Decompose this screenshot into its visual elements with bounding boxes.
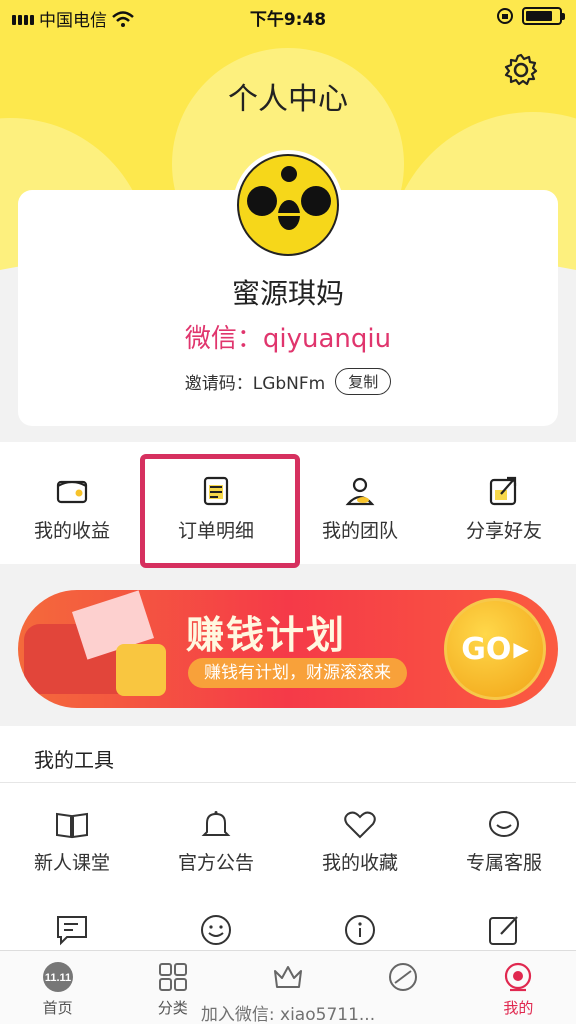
menu-item-team[interactable]: 我的团队 (288, 442, 432, 564)
tool-label: 专属客服 (465, 852, 542, 874)
banner-subtitle: 赚钱有计划，财源滚滚来 (188, 658, 407, 688)
home-1111-icon: 11.11 (42, 962, 73, 992)
menu-label: 我的收益 (33, 520, 110, 542)
tools-title: 我的工具 (34, 748, 114, 772)
share-icon (489, 476, 517, 506)
play-icon: ▶ (513, 637, 529, 661)
bell-icon (201, 811, 231, 836)
status-time: 下午9:48 (249, 10, 327, 30)
go-button[interactable]: GO ▶ (444, 598, 546, 700)
invite-code: 邀请码：LGbNFm (184, 374, 326, 394)
banner-title: 赚钱计划 (186, 613, 347, 657)
username: 蜜源琪妈 (231, 277, 344, 310)
heart-icon (344, 811, 376, 839)
watermark-text: 加入微信: xiao5711... (200, 1005, 376, 1024)
wechat-id: 微信：qiyuanqiu (184, 324, 392, 354)
profile-icon (505, 962, 532, 992)
gear-icon[interactable] (503, 52, 539, 88)
menu-item-share[interactable]: 分享好友 (432, 442, 576, 564)
coin-stack-illustration (116, 644, 166, 696)
wallet-icon (56, 480, 88, 504)
order-highlight-box (140, 454, 300, 568)
tool-favorites[interactable]: 我的收藏 (288, 810, 432, 875)
tool-smile[interactable] (144, 914, 288, 946)
menu-label: 分享好友 (465, 520, 542, 542)
circle-icon (389, 963, 418, 991)
status-bar: 中国电信 下午9:48 (0, 0, 576, 34)
go-label: GO (461, 631, 512, 667)
page-title: 个人中心 (228, 82, 348, 117)
invite-code-row: 邀请码：LGbNFm 复制 (0, 368, 576, 395)
tool-customer-service[interactable]: 专属客服 (432, 810, 576, 875)
tool-label: 我的收藏 (321, 852, 398, 874)
crown-icon (274, 966, 302, 988)
rotation-lock-icon (497, 8, 513, 24)
tool-label: 新人课堂 (33, 852, 110, 874)
tool-announcement[interactable]: 官方公告 (144, 810, 288, 875)
book-icon (56, 812, 88, 839)
edit-icon (489, 916, 518, 945)
tools-row-2 (0, 914, 576, 946)
menu-label: 我的团队 (321, 520, 398, 542)
tool-info[interactable] (288, 914, 432, 946)
chat-icon (489, 811, 519, 837)
tool-label: 官方公告 (177, 852, 254, 874)
info-icon (345, 915, 375, 945)
copy-button[interactable]: 复制 (335, 368, 392, 395)
menu-item-earnings[interactable]: 我的收益 (0, 442, 144, 564)
tools-row-1: 新人课堂 官方公告 我的收藏 专属客服 (0, 810, 576, 875)
category-grid-icon (158, 963, 187, 991)
battery-icon (522, 7, 565, 25)
earn-plan-banner[interactable]: 赚钱计划 赚钱有计划，财源滚滚来 GO ▶ (18, 590, 558, 708)
tool-message[interactable] (0, 914, 144, 946)
tool-newbie-class[interactable]: 新人课堂 (0, 810, 144, 875)
home-badge: 11.11 (44, 972, 70, 984)
team-icon (345, 477, 375, 506)
tool-edit[interactable] (432, 914, 576, 946)
divider (0, 782, 576, 783)
avatar[interactable] (233, 150, 343, 260)
smile-icon (201, 915, 231, 945)
message-icon (57, 916, 87, 946)
